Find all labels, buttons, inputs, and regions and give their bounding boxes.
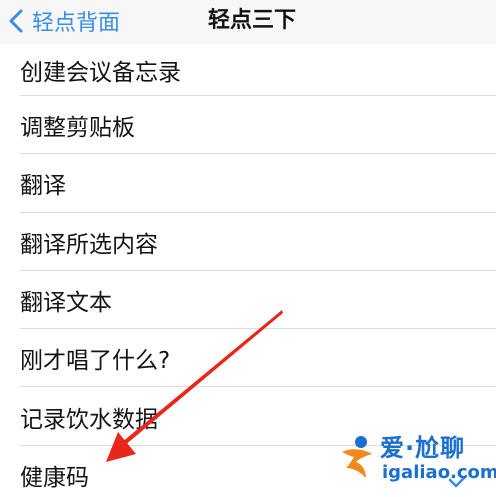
list-item-label: 健康码: [20, 464, 89, 491]
list-item-translate-selection[interactable]: 翻译所选内容: [0, 213, 496, 272]
list-item-label: 创建会议备忘录: [20, 60, 181, 86]
list-item-health-code[interactable]: 健康码: [0, 446, 496, 497]
list-item-label: 刚才唱了什么?: [20, 348, 171, 375]
list-item-log-water[interactable]: 记录饮水数据: [0, 387, 496, 447]
list-item-create-meeting-note[interactable]: 创建会议备忘录: [0, 44, 496, 96]
list-item-label: 翻译: [20, 173, 66, 200]
list-item-label: 记录饮水数据: [20, 406, 158, 433]
list-item-label: 翻译文本: [20, 290, 112, 317]
list-item-adjust-clipboard[interactable]: 调整剪贴板: [0, 96, 496, 155]
list-item-translate-text[interactable]: 翻译文本: [0, 271, 496, 330]
list-item-label: 翻译所选内容: [20, 231, 158, 258]
checkmark-icon: [448, 474, 468, 488]
list-item-what-was-playing[interactable]: 刚才唱了什么?: [0, 329, 496, 388]
shortcut-list: 创建会议备忘录 调整剪贴板 翻译 翻译所选内容 翻译文本 刚才唱了什么? 记录饮…: [0, 44, 496, 497]
list-item-translate[interactable]: 翻译: [0, 154, 496, 213]
list-item-label: 调整剪贴板: [20, 115, 135, 142]
navigation-bar: 轻点背面 轻点三下: [0, 0, 496, 44]
page-title: 轻点三下: [207, 8, 296, 33]
screen: 轻点背面 轻点三下 创建会议备忘录 调整剪贴板 翻译 翻译所选内容 翻译文本 刚…: [0, 0, 496, 497]
